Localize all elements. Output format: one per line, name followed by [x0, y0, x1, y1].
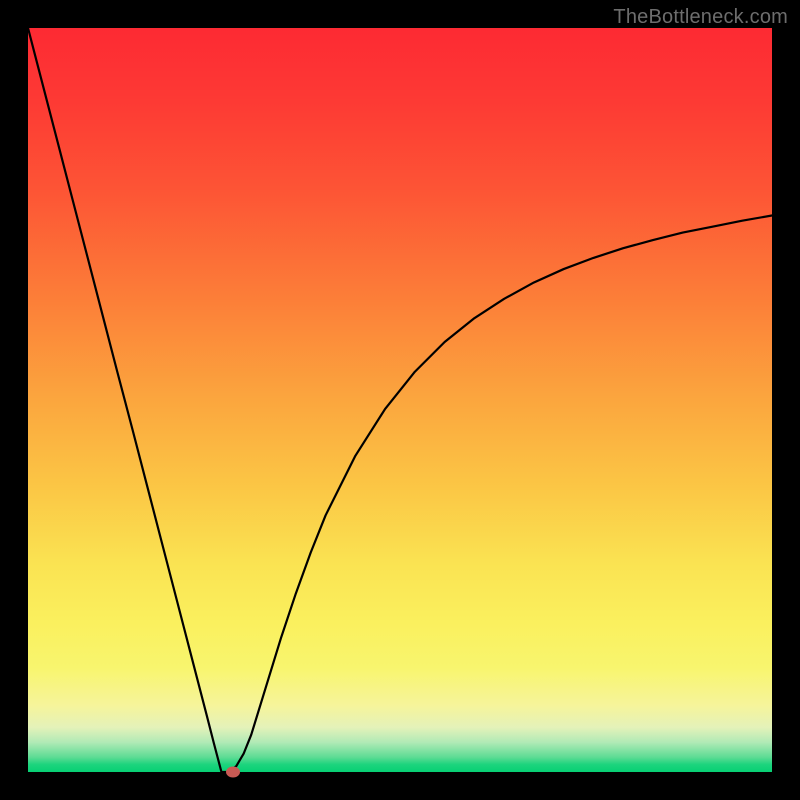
watermark-text: TheBottleneck.com [613, 6, 788, 29]
minimum-marker [226, 767, 240, 778]
chart-frame: TheBottleneck.com [0, 0, 800, 800]
bottleneck-curve [28, 28, 772, 772]
plot-area [28, 28, 772, 772]
